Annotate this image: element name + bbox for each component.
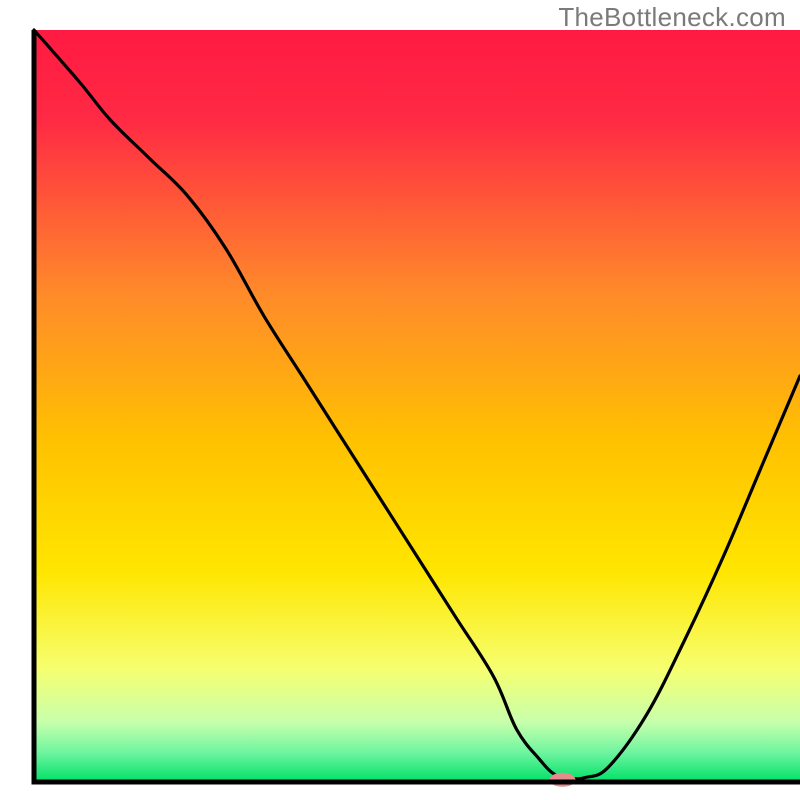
chart-container: TheBottleneck.com bbox=[0, 0, 800, 800]
plot-background bbox=[34, 30, 800, 782]
watermark-label: TheBottleneck.com bbox=[558, 2, 786, 33]
bottleneck-chart bbox=[0, 0, 800, 800]
